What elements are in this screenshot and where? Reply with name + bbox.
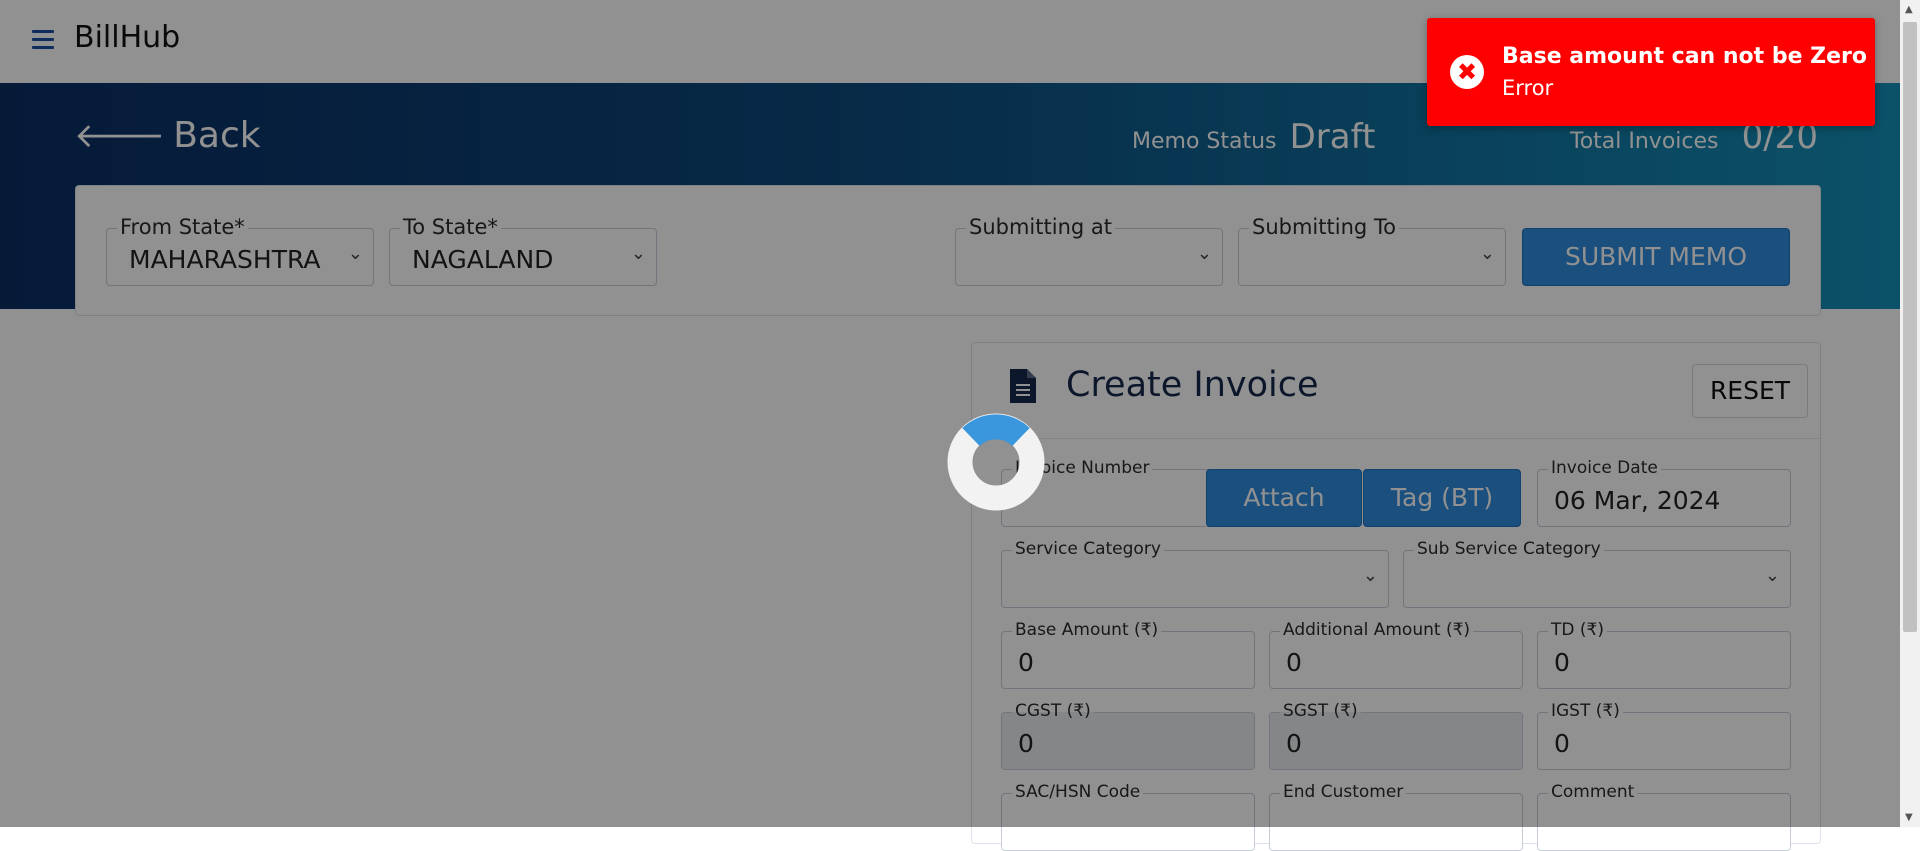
page-scrollbar[interactable]: ▲ ▼ (1900, 0, 1920, 827)
error-x-circle-icon: ✖ (1450, 55, 1484, 89)
loading-spinner-icon (947, 413, 1045, 511)
scroll-down-arrow-icon[interactable]: ▼ (1905, 812, 1913, 823)
error-toast[interactable]: ✖ Base amount can not be Zero Error (1427, 18, 1875, 126)
scroll-up-arrow-icon[interactable]: ▲ (1905, 4, 1913, 15)
scrollbar-thumb[interactable] (1903, 22, 1917, 632)
toast-title: Base amount can not be Zero (1502, 44, 1867, 69)
toast-message: Error (1502, 76, 1554, 100)
